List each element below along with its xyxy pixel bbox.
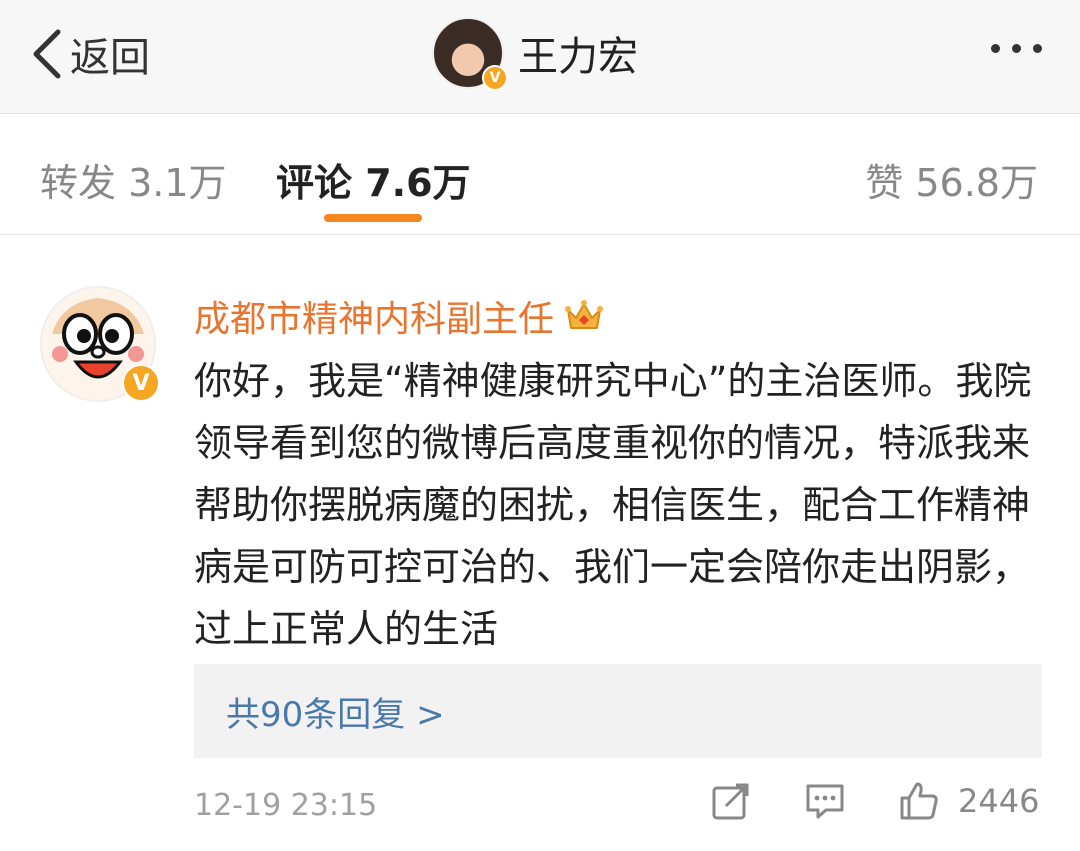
- tab-comment[interactable]: 评论 7.6万: [276, 152, 471, 207]
- more-dots-icon: [1012, 44, 1021, 53]
- more-button[interactable]: [991, 44, 1042, 53]
- more-dots-icon: [991, 44, 1000, 53]
- thumbs-up-icon: [900, 782, 938, 820]
- page-title: 王力宏: [518, 34, 638, 80]
- nav-bar: 返回 V 王力宏: [0, 0, 1080, 114]
- replies-count-label: 共90条回复 >: [226, 694, 445, 735]
- like-button[interactable]: 2446: [898, 780, 1039, 822]
- share-button[interactable]: [710, 780, 752, 826]
- reply-button[interactable]: [804, 780, 846, 826]
- comment-icon: [806, 784, 844, 819]
- comment-author-row: 成都市精神内科副主任: [194, 290, 604, 342]
- comment-timestamp: 12-19 23:15: [194, 788, 378, 823]
- share-icon: [712, 783, 749, 820]
- comment-author[interactable]: 成都市精神内科副主任: [194, 290, 554, 342]
- verified-badge-icon: V: [482, 65, 508, 91]
- tab-like[interactable]: 赞 56.8万: [865, 152, 1038, 207]
- tab-repost[interactable]: 转发 3.1万: [40, 152, 227, 207]
- profile-title[interactable]: V 王力宏: [432, 16, 638, 91]
- view-replies-link[interactable]: 共90条回复 >: [194, 664, 1042, 758]
- chevron-left-icon: [33, 29, 61, 79]
- active-tab-indicator: [324, 214, 422, 222]
- crown-icon: [565, 300, 604, 329]
- comment-footer: 12-19 23:15 2446: [194, 782, 1042, 828]
- like-count: 2446: [958, 782, 1040, 820]
- back-label: 返回: [70, 35, 150, 81]
- more-dots-icon: [1033, 44, 1042, 53]
- tab-bar: 转发 3.1万 评论 7.6万 赞 56.8万: [0, 114, 1080, 235]
- comment-text: 你好，我是“精神健康研究中心”的主治医师。我院领导看到您的微博后高度重视你的情况…: [194, 359, 1032, 651]
- back-button[interactable]: 返回: [30, 22, 150, 86]
- avatar[interactable]: V: [40, 286, 160, 402]
- verified-badge-icon: V: [122, 364, 160, 402]
- avatar[interactable]: V: [432, 17, 508, 91]
